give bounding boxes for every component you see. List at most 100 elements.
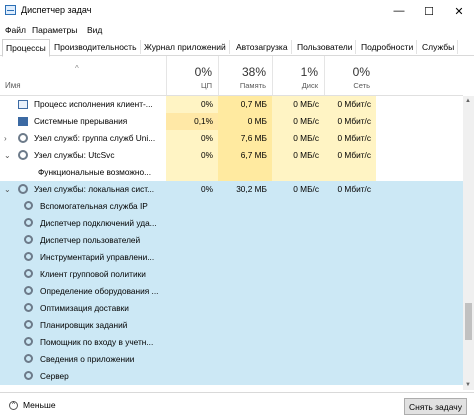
gear-icon [24,201,33,210]
service-row[interactable]: Сведения о приложении [0,351,463,368]
process-name: Планировщик заданий [40,320,128,330]
mem-value: 30,2 МБ [236,184,267,194]
maximize-button[interactable]: ☐ [414,0,444,22]
tab-performance[interactable]: Производительность [51,40,141,54]
footer-bar: ^ Меньше Снять задачу [0,392,474,419]
process-name: Узел службы: локальная сист... [34,184,155,194]
cpu-value [166,232,218,249]
process-row[interactable]: Системные прерывания 0,1% 0 МБ 0 МБ/с 0 Мбит… [0,113,463,130]
scrollbar-thumb[interactable] [465,303,472,340]
disk-value: 0 МБ/с [272,96,324,113]
process-name: Оптимизация доставки [40,303,129,313]
service-row[interactable]: Оптимизация доставки [0,300,463,317]
scroll-down-icon[interactable]: ▼ [465,382,471,388]
collapse-chevron-icon[interactable]: ⌄ [4,147,11,164]
mem-value [218,215,272,232]
column-network[interactable]: 0% Сеть [324,56,376,95]
gear-icon [24,354,33,363]
disk-value [272,249,324,266]
gear-icon [24,303,33,312]
process-name: Диспетчер подключений уда... [40,218,157,228]
mem-value [218,266,272,283]
disk-value [272,266,324,283]
collapse-icon[interactable]: ^ [9,401,18,410]
gear-icon [18,133,28,143]
disk-value [272,368,324,385]
disk-value: 0 МБ/с [272,113,324,130]
process-name: Процесс исполнения клиент-... [34,99,153,109]
tab-app-history[interactable]: Журнал приложений [141,40,230,54]
menu-view[interactable]: Вид [87,25,102,35]
process-row[interactable]: ⌄ Узел службы: UtcSvc 0% 6,7 МБ 0 МБ/с 0 Мбит… [0,147,463,164]
close-button[interactable]: ✕ [444,0,474,22]
column-header: ^ Имя 0% ЦП 38% Память 1% Диск 0% Сеть [0,56,463,96]
disk-value [272,317,324,334]
process-name: Определение оборудования ... [40,286,159,296]
service-row[interactable]: Диспетчер подключений уда... [0,215,463,232]
disk-value [272,198,324,215]
expand-chevron-icon[interactable]: › [4,130,7,147]
disk-value [272,164,324,181]
memory-total: 38% [241,65,266,79]
service-row[interactable]: Сервер [0,368,463,385]
gear-icon [24,337,33,346]
cpu-value: 0% [166,130,218,147]
process-row[interactable]: ⌄ Узел службы: локальная сист... 0% 30,2 МБ… [0,181,463,198]
tab-users[interactable]: Пользователи [294,40,357,54]
disk-value [272,351,324,368]
cpu-value [166,351,218,368]
tab-processes[interactable]: Процессы [2,39,50,57]
network-label: Сеть [353,81,370,90]
process-row[interactable]: › Узел служб: группа служб Uni... 0% 7,6 МБ… [0,130,463,147]
column-name[interactable]: Имя [5,81,21,90]
column-memory[interactable]: 38% Память [218,56,272,95]
cpu-value [166,317,218,334]
vertical-scrollbar[interactable]: ▲ ▼ [463,96,474,390]
menu-bar: Файл Параметры Вид [0,22,474,38]
net-value [324,266,376,283]
net-value [324,164,376,181]
scroll-up-icon[interactable]: ▲ [465,98,471,104]
process-name: Узел службы: UtcSvc [34,150,115,160]
disk-value [272,334,324,351]
mem-value [218,351,272,368]
mem-value [218,317,272,334]
service-row[interactable]: Вспомогательная служба IP [0,198,463,215]
column-cpu[interactable]: 0% ЦП [166,56,218,95]
collapse-chevron-icon[interactable]: ⌄ [4,181,11,198]
net-value: 0 Мбит/с [324,130,376,147]
disk-value: 0 МБ/с [293,184,319,194]
tab-startup[interactable]: Автозагрузка [233,40,292,54]
service-row[interactable]: Помощник по входу в учетн... [0,334,463,351]
mem-value: 6,7 МБ [218,147,272,164]
column-disk[interactable]: 1% Диск [272,56,324,95]
process-row[interactable]: Процесс исполнения клиент-... 0% 0,7 МБ 0 М… [0,96,463,113]
system-icon [18,117,28,126]
window-icon [18,100,28,109]
net-value [324,368,376,385]
service-row[interactable]: Планировщик заданий [0,317,463,334]
disk-total: 1% [300,65,318,79]
disk-value [272,300,324,317]
cpu-value [166,164,218,181]
minimize-button[interactable]: — [384,0,414,22]
process-name: Узел служб: группа служб Uni... [34,133,156,143]
process-name: Вспомогательная служба IP [40,201,148,211]
mem-value [218,198,272,215]
service-row[interactable]: Инструментарий управлени... [0,249,463,266]
fewer-details-link[interactable]: Меньше [23,400,56,410]
tab-strip: Процессы Производительность Журнал прило… [0,38,474,57]
menu-options[interactable]: Параметры [32,25,77,35]
menu-file[interactable]: Файл [5,25,26,35]
end-task-button[interactable]: Снять задачу [404,398,467,415]
service-row[interactable]: Клиент групповой политики [0,266,463,283]
service-row[interactable]: Определение оборудования ... [0,283,463,300]
tab-details[interactable]: Подробности [358,40,418,54]
cpu-value: 0% [166,147,218,164]
service-row[interactable]: Диспетчер пользователей [0,232,463,249]
gear-icon [18,150,28,160]
service-row[interactable]: Функциональные возможно... [0,164,463,181]
mem-value [218,300,272,317]
tab-services[interactable]: Службы [419,40,459,54]
gear-icon [24,235,33,244]
